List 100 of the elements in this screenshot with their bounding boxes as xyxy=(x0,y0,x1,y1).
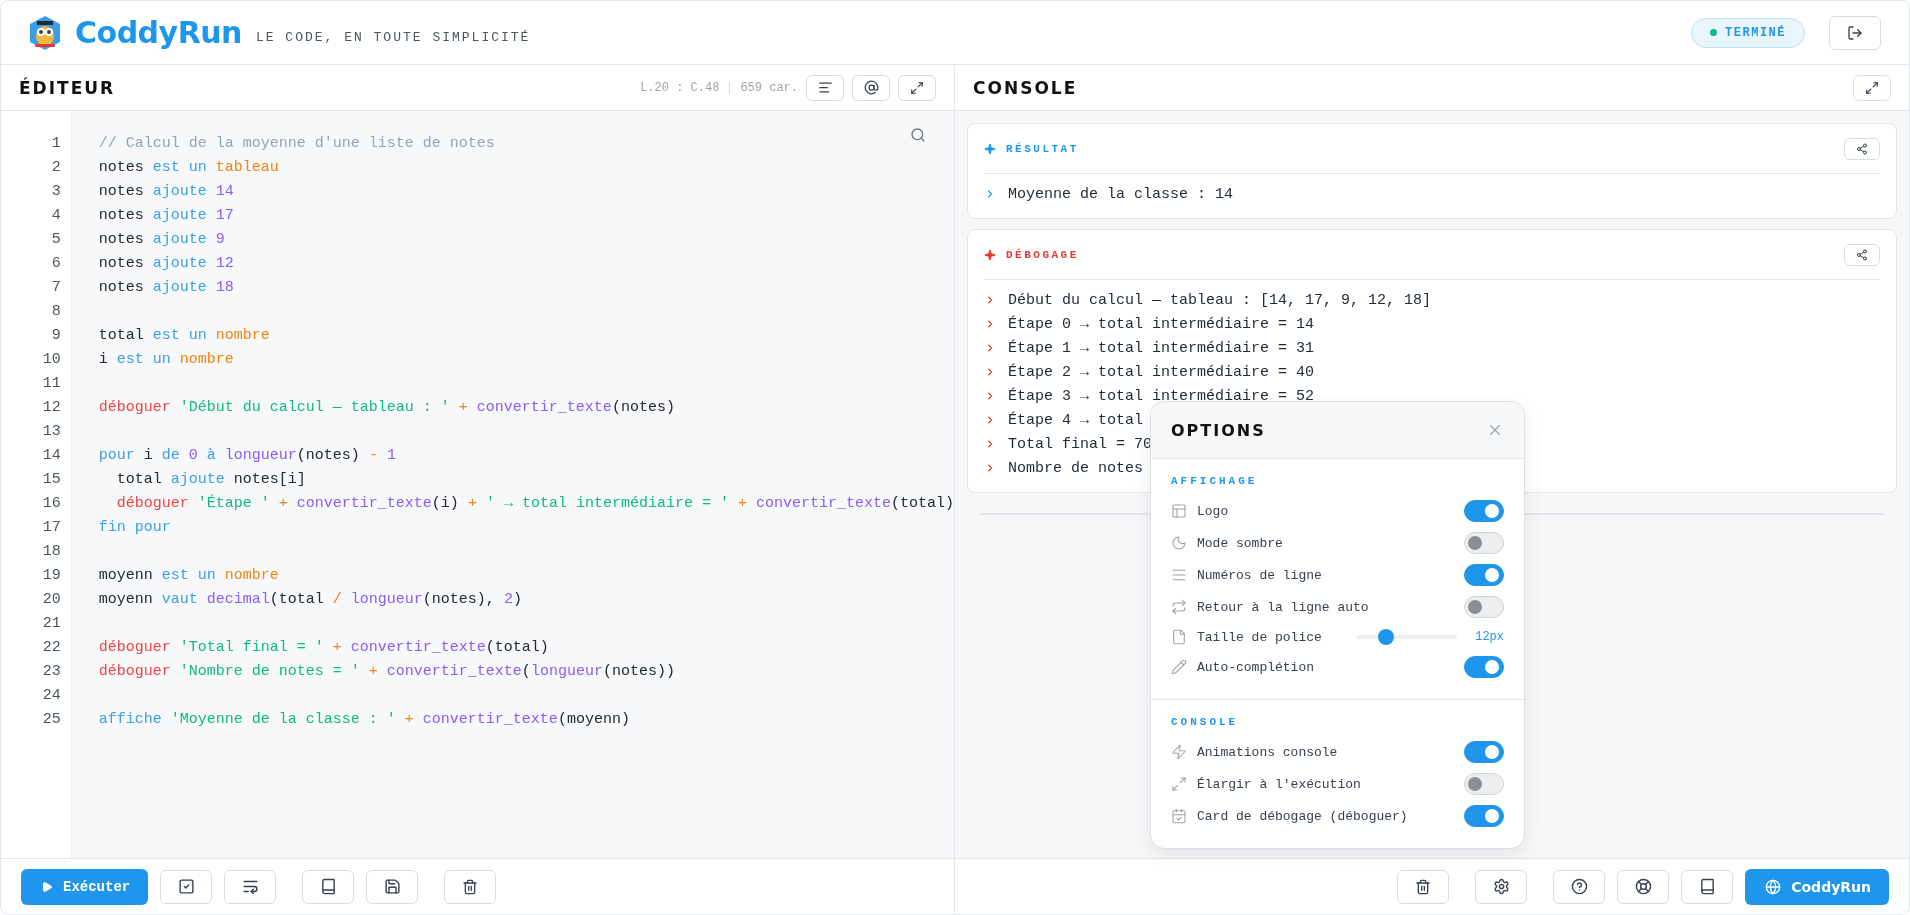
book-icon xyxy=(1698,878,1716,895)
logout-icon xyxy=(1847,24,1863,41)
save-icon xyxy=(383,878,401,895)
line-number: 11 xyxy=(41,374,62,394)
output-line: Étape 3 → total intermédiaire = 52 xyxy=(1008,387,1315,405)
line-number: 9 xyxy=(50,326,62,346)
code-line: notes ajoute 12 xyxy=(98,254,234,274)
status-badge: TERMINÉ xyxy=(1691,17,1805,48)
output-line: Début du calcul — tableau : [14, 17, 9, 12, 18] xyxy=(1008,291,1432,309)
wrap-button[interactable] xyxy=(224,869,277,904)
book-button[interactable] xyxy=(302,869,355,904)
line-number: 25 xyxy=(41,710,62,730)
expand-button[interactable] xyxy=(898,74,936,101)
search-icon[interactable] xyxy=(910,127,926,143)
code-line: moyenn vaut decimal(total / longueur(notes), 2) xyxy=(98,590,522,610)
book-icon xyxy=(319,878,337,895)
code-line: déboguer 'Nombre de notes = ' + convertir_texte(longueur(notes)) xyxy=(98,662,675,682)
option-label: Mode sombre xyxy=(1197,535,1284,551)
option-label: Élargir à l'exécution xyxy=(1197,776,1362,792)
toggle-switch[interactable] xyxy=(1464,656,1504,678)
toggle-switch[interactable] xyxy=(1464,564,1504,586)
brand-name: CoddyRun xyxy=(75,15,242,50)
sparkle-icon xyxy=(984,248,996,261)
code-line: moyenn est un nombre xyxy=(98,566,279,586)
option-label: Animations console xyxy=(1197,744,1339,760)
line-number: 22 xyxy=(41,638,62,658)
panel-title: OPTIONS xyxy=(1171,420,1266,440)
delete-button[interactable] xyxy=(444,869,497,904)
lines-icon xyxy=(1171,567,1187,583)
line-number: 4 xyxy=(50,206,62,226)
help-button[interactable] xyxy=(1553,869,1606,904)
section-title: AFFICHAGE xyxy=(1171,475,1259,487)
code-line: déboguer 'Étape ' + convertir_texte(i) + ' → total intermédiaire = ' + convertir_texte(total) xyxy=(115,493,954,514)
trash-icon xyxy=(1415,878,1432,895)
lifebuoy-button[interactable] xyxy=(1617,869,1670,904)
lightning-icon xyxy=(1171,744,1187,760)
panel-title: CONSOLE xyxy=(973,77,1078,98)
website-button[interactable]: CoddyRun xyxy=(1745,868,1889,905)
output-line: Moyenne de la classe : 14 xyxy=(1008,185,1234,203)
settings-icon xyxy=(1492,878,1510,895)
expand-button[interactable] xyxy=(1853,74,1891,101)
line-number: 18 xyxy=(41,542,62,562)
code-line: total ajoute notes[i] xyxy=(115,470,306,490)
output-line: Nombre de notes xyxy=(1008,459,1144,477)
cursor-position: L.20 : C.48 xyxy=(640,80,720,95)
option-label: Auto-complétion xyxy=(1197,659,1316,675)
output-line: Étape 0 → total intermédiaire = 14 xyxy=(1008,315,1315,333)
code-line: déboguer 'Début du calcul — tableau : ' + convertir_texte(notes) xyxy=(98,398,675,418)
toggle-switch[interactable] xyxy=(1464,500,1504,522)
line-number: 20 xyxy=(41,590,62,610)
sparkle-icon xyxy=(984,142,996,155)
settings-button[interactable] xyxy=(1475,869,1528,904)
checkbox-icon xyxy=(177,878,195,895)
run-button[interactable]: Exécuter xyxy=(21,868,149,905)
format-button[interactable] xyxy=(806,74,844,101)
book-button[interactable] xyxy=(1681,869,1734,904)
lines-icon xyxy=(817,80,833,95)
trash-icon xyxy=(462,878,479,895)
code-line: notes ajoute 14 xyxy=(98,182,234,202)
tagline: LE CODE, EN TOUTE SIMPLICITÉ xyxy=(255,30,531,45)
code-line: pour i de 0 à longueur(notes) - 1 xyxy=(98,446,396,466)
share-button[interactable] xyxy=(1844,243,1880,266)
line-number: 6 xyxy=(50,254,62,274)
repeat-icon xyxy=(1171,599,1187,615)
card-title: DÉBOGAGE xyxy=(1006,248,1079,261)
toggle-switch[interactable] xyxy=(1464,805,1504,827)
code-line: total est un nombre xyxy=(98,326,270,346)
at-sign-button[interactable] xyxy=(852,74,890,101)
calendar-check-icon xyxy=(1171,808,1187,824)
toggle-switch[interactable] xyxy=(1464,741,1504,763)
line-number: 13 xyxy=(41,422,62,442)
option-label: Retour à la ligne auto xyxy=(1197,599,1370,615)
slider-thumb[interactable] xyxy=(1378,629,1395,645)
code-line: fin pour xyxy=(98,518,171,538)
line-number: 7 xyxy=(50,278,62,298)
expand-icon xyxy=(1171,776,1187,792)
code-line: // Calcul de la moyenne d'une liste de notes xyxy=(98,134,495,154)
share-button[interactable] xyxy=(1844,137,1880,160)
code-line: déboguer 'Total final = ' + convertir_texte(total) xyxy=(98,638,549,658)
panel-title: ÉDITEUR xyxy=(19,77,116,98)
code-line: notes ajoute 18 xyxy=(98,278,234,298)
file-icon xyxy=(1171,629,1187,645)
save-button[interactable] xyxy=(366,869,419,904)
output-line: Étape 2 → total intermédiaire = 40 xyxy=(1008,363,1315,381)
option-label: Numéros de ligne xyxy=(1197,567,1323,583)
slider-value: 12px xyxy=(1475,630,1504,644)
delete-button[interactable] xyxy=(1397,869,1450,904)
line-number: 8 xyxy=(50,302,62,322)
pencil-icon xyxy=(1171,659,1187,675)
option-label: Taille de police xyxy=(1197,629,1323,645)
option-label: Card de débogage (déboguer) xyxy=(1197,808,1409,824)
code-line: i est un nombre xyxy=(98,350,234,370)
layout-icon xyxy=(1171,503,1187,519)
check-button[interactable] xyxy=(160,869,213,904)
lifebuoy-icon xyxy=(1634,878,1652,895)
output-line: Étape 4 → total xyxy=(1008,411,1144,429)
owl-logo-icon xyxy=(29,14,61,51)
play-icon xyxy=(41,880,53,893)
logout-button[interactable] xyxy=(1829,15,1881,50)
moon-icon xyxy=(1171,535,1187,551)
